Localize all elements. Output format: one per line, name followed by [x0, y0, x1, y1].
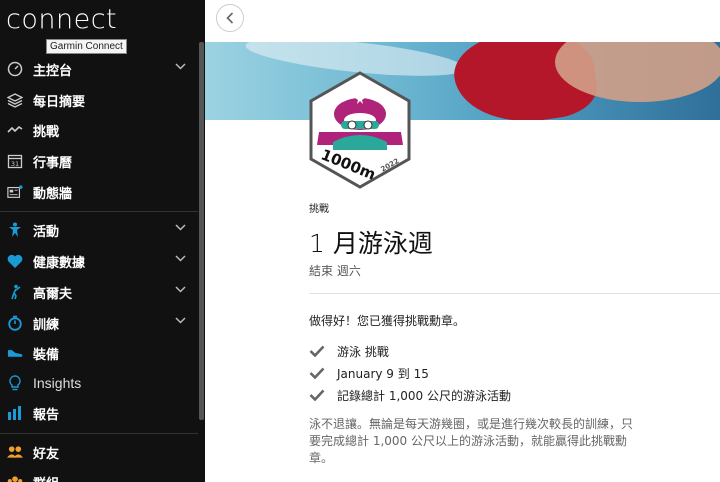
sidebar-item-calendar[interactable]: 31 行事曆	[0, 147, 198, 175]
section-divider	[309, 293, 720, 294]
sidebar-divider	[0, 211, 198, 212]
sidebar-item-label: 每日摘要	[33, 94, 86, 110]
sidebar-item-friends[interactable]: 好友	[0, 438, 198, 466]
heart-icon	[7, 253, 23, 269]
sidebar-item-label: 訓練	[33, 317, 60, 333]
top-bar	[205, 0, 720, 42]
sidebar-item-label: 行事曆	[33, 155, 73, 171]
gauge-icon	[7, 61, 23, 77]
sidebar-divider	[0, 433, 198, 434]
sidebar-item-reports[interactable]: 報告	[0, 399, 198, 427]
sidebar-item-golf[interactable]: 高爾夫	[0, 278, 198, 306]
lightbulb-icon	[7, 375, 23, 391]
sidebar-scrollbar[interactable]	[199, 42, 204, 420]
checkmark-icon	[309, 344, 325, 358]
chevron-down-icon[interactable]	[175, 224, 186, 231]
chevron-left-icon	[226, 12, 234, 24]
checkmark-icon	[309, 388, 325, 402]
checklist-item: 游泳 挑戰	[309, 342, 389, 360]
challenge-badge: 1000m 2022	[309, 71, 411, 189]
logo-tooltip: Garmin Connect	[46, 39, 127, 54]
shoe-icon	[7, 345, 23, 361]
sidebar-item-label: 高爾夫	[33, 286, 73, 302]
sidebar-item-newsfeed[interactable]: 動態牆	[0, 178, 198, 206]
sidebar-item-activities[interactable]: 活動	[0, 216, 198, 244]
page-title: 1 月游泳週	[309, 229, 433, 258]
pulse-icon	[7, 122, 23, 138]
sidebar-item-label: 裝備	[33, 347, 60, 363]
sidebar-item-label: 群組	[33, 473, 59, 482]
sidebar-item-insights[interactable]: Insights	[0, 369, 198, 397]
garmin-connect-logo[interactable]: connect	[6, 4, 117, 35]
checklist-item: 記錄總計 1,000 公尺的游泳活動	[309, 386, 511, 404]
svg-text:31: 31	[11, 160, 19, 168]
sidebar-item-label: Insights	[33, 375, 82, 391]
sidebar-item-training[interactable]: 訓練	[0, 309, 198, 337]
sidebar-item-label: 動態牆	[33, 186, 73, 202]
hero-banner-image	[205, 42, 720, 120]
congrats-message: 做得好！您已獲得挑戰勳章。	[309, 314, 466, 328]
sidebar-item-gear[interactable]: 裝備	[0, 339, 198, 367]
chevron-down-icon[interactable]	[175, 317, 186, 324]
sidebar-item-label: 活動	[33, 224, 60, 240]
back-button[interactable]	[216, 4, 244, 32]
sidebar: connect Garmin Connect 主控台 每日摘要 挑戰 31 行事…	[0, 0, 205, 482]
sidebar-item-groups[interactable]: 群組	[0, 468, 198, 482]
challenge-status: 結束 週六	[309, 264, 361, 278]
calendar-icon: 31	[7, 153, 23, 169]
sidebar-item-challenges[interactable]: 挑戰	[0, 116, 198, 144]
layers-icon	[7, 92, 23, 108]
checklist-item: January 9 到 15	[309, 364, 429, 382]
challenge-category: 挑戰	[309, 204, 329, 215]
bar-chart-icon	[7, 405, 23, 421]
sidebar-item-label: 挑戰	[33, 124, 60, 140]
chevron-down-icon[interactable]	[175, 286, 186, 293]
sidebar-item-health-stats[interactable]: 健康數據	[0, 247, 198, 275]
sidebar-item-label: 好友	[33, 446, 60, 462]
golfer-icon	[7, 284, 23, 300]
main-content: 1000m 2022 挑戰 1 月游泳週 結束 週六 做得好！您已獲得挑戰勳章。…	[205, 0, 720, 482]
group-icon	[7, 474, 23, 482]
stopwatch-icon	[7, 315, 23, 331]
sidebar-item-dashboard[interactable]: 主控台	[0, 55, 198, 83]
running-person-icon	[7, 222, 23, 238]
sidebar-item-label: 健康數據	[33, 255, 86, 271]
chevron-down-icon[interactable]	[175, 255, 186, 262]
checkmark-icon	[309, 366, 325, 380]
friends-icon	[7, 444, 23, 460]
sidebar-item-label: 報告	[33, 407, 60, 423]
sidebar-item-label: 主控台	[33, 63, 73, 79]
sidebar-item-daily-summary[interactable]: 每日摘要	[0, 86, 198, 114]
chevron-down-icon[interactable]	[175, 63, 186, 70]
newsfeed-icon	[7, 184, 23, 200]
challenge-description: 泳不退讓。無論是每天游幾圈，或是進行幾次較長的訓練，只要完成總計 1,000 公…	[309, 417, 634, 465]
